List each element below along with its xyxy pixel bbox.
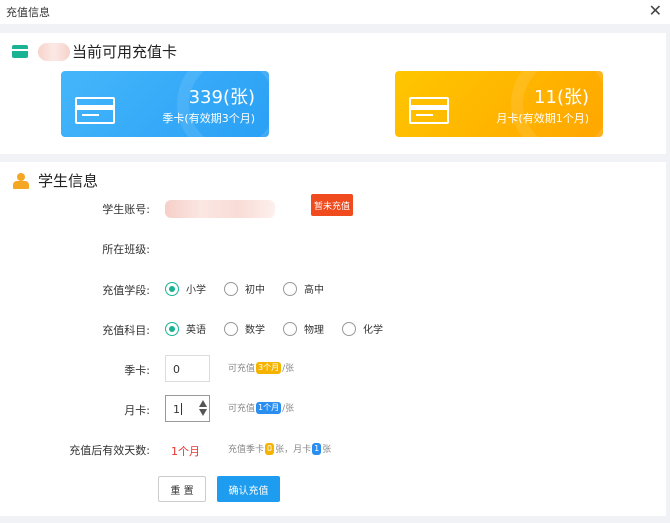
month-card-count: 11(张) bbox=[534, 87, 589, 108]
subject-radio-math[interactable]: 数学 bbox=[224, 321, 265, 336]
blurred-account bbox=[165, 200, 275, 218]
season-period-pill: 3个月 bbox=[256, 361, 282, 374]
month-period-pill: 1个月 bbox=[256, 401, 282, 414]
card-icon bbox=[75, 97, 115, 124]
stage-label: 充值学段: bbox=[102, 284, 150, 297]
month-label: 月卡: bbox=[124, 404, 150, 417]
subject-radio-physics[interactable]: 物理 bbox=[283, 321, 324, 336]
season-label: 季卡: bbox=[124, 364, 150, 377]
close-icon[interactable]: ✕ bbox=[649, 1, 662, 21]
number-spinner[interactable] bbox=[199, 400, 207, 416]
subject-radio-english[interactable]: 英语 bbox=[165, 321, 206, 336]
subject-radio-chemistry[interactable]: 化学 bbox=[342, 321, 383, 336]
stage-radio-junior[interactable]: 初中 bbox=[224, 281, 265, 296]
season-card-desc: 季卡(有效期3个月) bbox=[162, 112, 255, 125]
class-label: 所在班级: bbox=[102, 243, 150, 256]
blurred-username bbox=[38, 42, 70, 61]
days-label: 充值后有效天数: bbox=[69, 444, 150, 457]
month-card-desc: 月卡(有效期1个月) bbox=[496, 112, 589, 125]
student-icon bbox=[12, 172, 30, 189]
stage-radio-primary[interactable]: 小学 bbox=[165, 281, 206, 296]
season-card-summary: 339(张) 季卡(有效期3个月) bbox=[61, 71, 269, 137]
stage-radio-senior[interactable]: 高中 bbox=[283, 281, 324, 296]
days-value: 1个月 bbox=[171, 445, 200, 458]
cards-section-header: 当前可用充值卡 bbox=[12, 41, 177, 62]
spinner-up-icon bbox=[199, 400, 207, 407]
confirm-recharge-button[interactable]: 确认充值 bbox=[217, 476, 280, 502]
reset-button[interactable]: 重 置 bbox=[158, 476, 206, 502]
subject-radio-group: 英语 数学 物理 化学 bbox=[165, 321, 401, 336]
card-icon bbox=[409, 97, 449, 124]
spinner-down-icon bbox=[199, 409, 207, 416]
summary-month-count: 1 bbox=[312, 442, 322, 455]
recharge-summary: 充值季卡 0 张，月卡 1 张 bbox=[228, 442, 332, 455]
cards-section-title: 当前可用充值卡 bbox=[72, 43, 178, 61]
subject-label: 充值科目: bbox=[102, 324, 150, 337]
month-hint: 可充值 1个月/张 bbox=[228, 401, 295, 414]
student-section-title: 学生信息 bbox=[38, 172, 99, 190]
status-badge: 暂未充值 bbox=[311, 194, 353, 216]
account-label: 学生账号: bbox=[102, 203, 150, 216]
season-card-count: 339(张) bbox=[188, 87, 255, 108]
cards-panel: 当前可用充值卡 339(张) 季卡(有效期3个月) 11(张) 月卡(有效期1个… bbox=[0, 33, 666, 154]
window-title: 充值信息 bbox=[6, 6, 50, 19]
summary-season-count: 0 bbox=[265, 442, 275, 455]
credit-card-icon bbox=[12, 45, 28, 58]
window-titlebar: 充值信息 ✕ bbox=[0, 0, 670, 24]
season-hint: 可充值 3个月/张 bbox=[228, 361, 295, 374]
student-section-header: 学生信息 bbox=[12, 170, 98, 191]
student-panel: 学生信息 学生账号: 暂未充值 所在班级: 充值学段: 小学 初中 高中 充值科… bbox=[0, 162, 666, 516]
month-card-summary: 11(张) 月卡(有效期1个月) bbox=[395, 71, 603, 137]
stage-radio-group: 小学 初中 高中 bbox=[165, 281, 342, 296]
month-card-input[interactable]: 1 bbox=[165, 395, 210, 422]
season-card-input[interactable]: 0 bbox=[165, 355, 210, 382]
